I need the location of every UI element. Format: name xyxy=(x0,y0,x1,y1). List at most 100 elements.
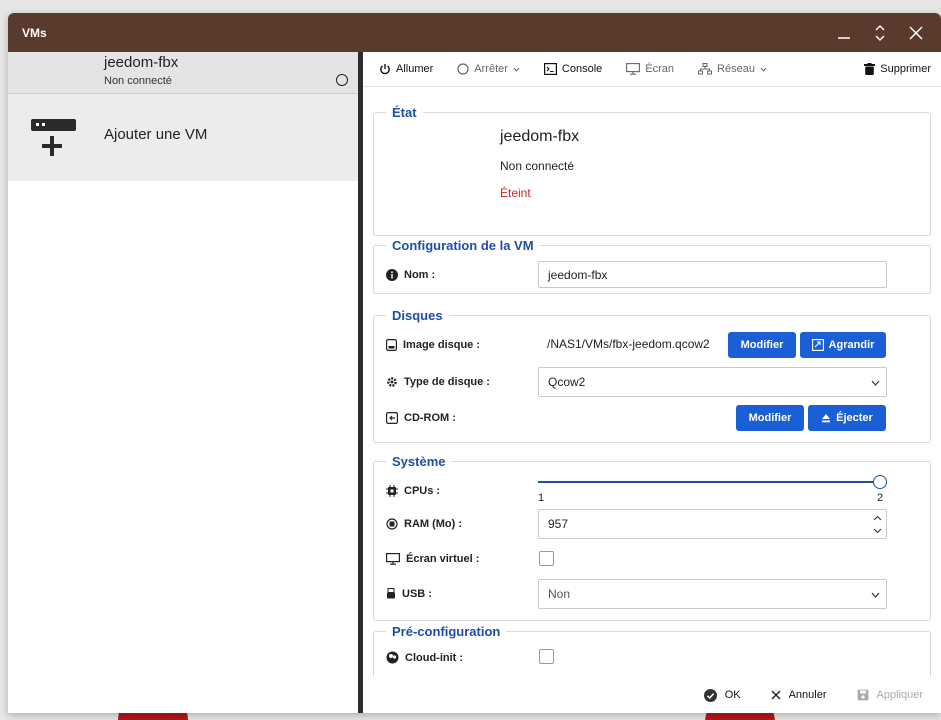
info-icon xyxy=(386,268,398,281)
preconfig-legend: Pré-configuration xyxy=(392,624,501,639)
state-power: Éteint xyxy=(500,186,531,200)
cdrom-label-wrap: CD-ROM : xyxy=(386,412,456,424)
chevron-down-icon xyxy=(871,592,880,598)
minimize-icon[interactable] xyxy=(833,22,855,44)
resize-icon xyxy=(811,339,824,351)
disk-image-label: Image disque : xyxy=(403,339,481,351)
delete-label: Supprimer xyxy=(880,63,931,75)
name-row: Nom : jeedom-fbx ? xyxy=(374,261,930,288)
disks-section: Disques Image disque : /NAS1/VMs/fbx-jee… xyxy=(373,308,931,443)
system-legend: Système xyxy=(392,454,446,469)
power-on-button[interactable]: Allumer xyxy=(379,63,433,75)
eject-icon xyxy=(822,414,831,423)
cloud-init-checkbox[interactable] xyxy=(539,649,554,664)
status-circle-icon xyxy=(336,74,348,86)
console-label: Console xyxy=(561,63,603,75)
apply-button[interactable]: Appliquer xyxy=(857,689,923,701)
disk-grow-button[interactable]: Agrandir xyxy=(800,332,886,358)
screen-label: Écran xyxy=(645,63,675,75)
close-icon[interactable] xyxy=(905,22,927,44)
disk-grow-label: Agrandir xyxy=(828,339,875,351)
cloud-init-row: Cloud-init : ? xyxy=(374,647,930,669)
disk-image-label-wrap: Image disque : xyxy=(386,339,480,351)
preconfig-section: Pré-configuration Cloud-init : ? xyxy=(373,624,931,677)
power-icon xyxy=(380,64,390,75)
state-vm-name: jeedom-fbx xyxy=(500,128,580,145)
toolbar: Allumer Arrêter Console Écran Réseau Sup… xyxy=(363,52,941,87)
spinner-icon[interactable] xyxy=(873,515,882,534)
cancel-label: Annuler xyxy=(788,689,827,701)
disk-type-label-wrap: Type de disque : xyxy=(386,376,490,388)
state-section: État jeedom-fbx Non connecté Éteint xyxy=(373,105,931,236)
disk-type-label: Type de disque : xyxy=(404,376,490,388)
config-legend: Configuration de la VM xyxy=(392,238,534,253)
cpus-row: CPUs : 1 2 ? xyxy=(374,475,930,507)
window-title: VMs xyxy=(22,25,47,40)
chevron-down-icon xyxy=(760,67,767,72)
cpus-slider-track[interactable] xyxy=(538,481,880,483)
disk-modify-button[interactable]: Modifier xyxy=(728,332,796,358)
cloud-init-icon xyxy=(386,651,399,664)
ram-label: RAM (Mo) : xyxy=(404,518,463,530)
virtual-screen-row: Écran virtuel : ? xyxy=(374,549,930,571)
name-input[interactable]: jeedom-fbx xyxy=(538,261,887,288)
dialog-footer: OK Annuler Appliquer xyxy=(363,677,941,713)
usb-value: Non xyxy=(548,587,571,601)
maximize-icon[interactable] xyxy=(869,22,891,44)
vm-name: jeedom-fbx xyxy=(104,54,179,71)
screen-button[interactable]: Écran xyxy=(626,63,674,75)
usb-label-wrap: USB : xyxy=(386,588,432,600)
vm-list: jeedom-fbx Non connecté Ajouter une VM xyxy=(8,52,358,713)
delete-button[interactable]: Supprimer xyxy=(864,63,931,75)
disk-type-select[interactable]: Qcow2 xyxy=(538,367,887,397)
check-circle-icon xyxy=(703,688,717,702)
disk-modify-label: Modifier xyxy=(740,339,784,351)
cdrom-modify-button[interactable]: Modifier xyxy=(736,405,804,431)
ram-input[interactable]: 957 xyxy=(538,509,887,539)
ok-label: OK xyxy=(724,689,741,701)
vm-list-item[interactable]: jeedom-fbx Non connecté xyxy=(8,52,358,94)
state-legend: État xyxy=(392,105,417,120)
state-connection: Non connecté xyxy=(500,159,575,173)
network-button[interactable]: Réseau xyxy=(698,63,767,75)
network-icon xyxy=(698,63,713,75)
usb-select[interactable]: Non xyxy=(538,579,887,609)
name-label-wrap: Nom : xyxy=(386,268,435,281)
virtual-screen-checkbox[interactable] xyxy=(539,551,554,566)
usb-icon xyxy=(387,588,395,599)
ok-button[interactable]: OK xyxy=(703,688,741,702)
cloud-init-label-wrap: Cloud-init : xyxy=(386,651,463,664)
detail-scroll-area[interactable]: État jeedom-fbx Non connecté Éteint Conf… xyxy=(363,88,941,677)
save-icon xyxy=(857,689,868,701)
cdrom-label: CD-ROM : xyxy=(404,412,456,424)
cpus-label-wrap: CPUs : xyxy=(386,485,440,497)
power-on-label: Allumer xyxy=(396,63,434,75)
virtual-screen-label: Écran virtuel : xyxy=(406,553,480,565)
eject-label: Éjecter xyxy=(836,412,873,424)
usb-label: USB : xyxy=(402,588,432,600)
ram-value: 957 xyxy=(548,517,569,531)
gear-icon xyxy=(387,377,397,387)
stop-label: Arrêter xyxy=(474,63,508,75)
add-vm-item[interactable]: Ajouter une VM xyxy=(8,94,358,181)
network-label: Réseau xyxy=(717,63,755,75)
eject-button[interactable]: Éjecter xyxy=(808,405,886,431)
cpus-min: 1 xyxy=(538,492,545,504)
cdrom-icon xyxy=(386,412,398,424)
cpus-slider-thumb[interactable] xyxy=(873,475,887,489)
console-button[interactable]: Console xyxy=(543,63,603,75)
disk-type-value: Qcow2 xyxy=(548,375,586,389)
disk-icon xyxy=(386,339,397,351)
vm-status: Non connecté xyxy=(104,75,172,87)
close-icon xyxy=(771,690,781,700)
add-vm-icon xyxy=(31,119,77,166)
system-section: Système CPUs : 1 2 ? RAM (Mo) : xyxy=(373,454,931,621)
vm-detail-panel: Allumer Arrêter Console Écran Réseau Sup… xyxy=(363,52,941,713)
cancel-button[interactable]: Annuler xyxy=(771,689,827,701)
disks-legend: Disques xyxy=(392,308,443,323)
memory-icon xyxy=(386,518,398,530)
title-bar: VMs xyxy=(8,13,941,52)
stop-button[interactable]: Arrêter xyxy=(457,63,520,75)
stop-circle-icon xyxy=(457,63,469,75)
ram-label-wrap: RAM (Mo) : xyxy=(386,518,462,530)
